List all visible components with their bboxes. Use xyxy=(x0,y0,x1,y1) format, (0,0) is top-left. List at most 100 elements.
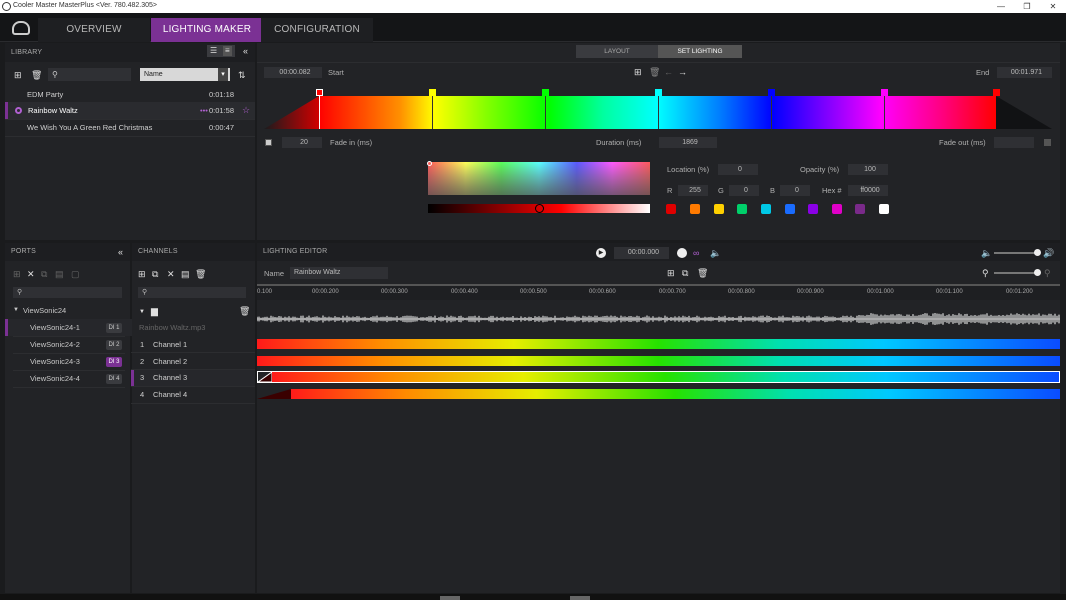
copy-icon[interactable]: ⧉ xyxy=(41,269,47,279)
color-stop-handle[interactable] xyxy=(655,89,662,96)
link-icon[interactable]: ▤ xyxy=(55,269,64,279)
start-time-field[interactable]: 00:00.082 xyxy=(264,67,322,78)
color-swatch[interactable] xyxy=(808,204,818,214)
fade-out-checkbox[interactable] xyxy=(1044,139,1051,146)
volume-slider-thumb[interactable] xyxy=(1034,249,1041,256)
device-icon[interactable] xyxy=(12,21,30,35)
b-field[interactable]: 0 xyxy=(780,185,810,196)
list-view-icon[interactable]: ☰ xyxy=(210,46,217,56)
playback-time-field[interactable]: 00:00.000 xyxy=(614,247,669,259)
channel-effect-bar[interactable] xyxy=(257,356,1060,366)
color-swatch[interactable] xyxy=(761,204,771,214)
add-keyframe-icon[interactable]: ⊞ xyxy=(667,268,675,278)
duplicate-icon[interactable]: ⧉ xyxy=(152,269,158,279)
tab-lighting-maker[interactable]: LIGHTING MAKER xyxy=(151,18,263,42)
color-swatch[interactable] xyxy=(855,204,865,214)
color-swatch[interactable] xyxy=(714,204,724,214)
color-swatch[interactable] xyxy=(879,204,889,214)
brightness-slider[interactable] xyxy=(428,204,650,213)
color-stop-handle[interactable] xyxy=(881,89,888,96)
zoom-slider-thumb[interactable] xyxy=(1034,269,1041,276)
channel-row[interactable]: 4 Channel 4 xyxy=(131,386,255,403)
volume-max-icon[interactable]: 🔊 xyxy=(1043,248,1054,258)
play-icon[interactable]: ▶ xyxy=(596,248,606,258)
library-search-input[interactable]: ⚲ xyxy=(48,68,131,81)
arrow-right-icon[interactable]: → xyxy=(678,67,687,77)
color-stop-handle[interactable] xyxy=(429,89,436,96)
collapse-ports-icon[interactable]: « xyxy=(118,247,123,257)
remove-icon[interactable]: ✕ xyxy=(27,269,35,279)
zoom-in-icon[interactable]: ⚲ xyxy=(1044,268,1051,278)
ports-search-input[interactable]: ⚲ xyxy=(13,287,122,298)
color-swatch[interactable] xyxy=(737,204,747,214)
color-swatch[interactable] xyxy=(690,204,700,214)
add-stop-icon[interactable]: ⊞ xyxy=(634,67,642,77)
fade-in-field[interactable]: 20 xyxy=(282,137,322,148)
g-field[interactable]: 0 xyxy=(729,185,759,196)
folder-icon[interactable]: ▆ xyxy=(151,306,158,316)
color-picker-canvas[interactable] xyxy=(427,161,650,195)
chat-icon[interactable]: ▢ xyxy=(71,269,80,279)
color-stop-handle[interactable] xyxy=(316,89,323,96)
chevron-down-icon[interactable]: ▼ xyxy=(13,302,19,319)
collapse-library-icon[interactable]: « xyxy=(243,46,248,56)
favorite-star-icon[interactable]: ☆ xyxy=(242,102,250,119)
sort-order-icon[interactable]: ⇅ xyxy=(238,70,246,80)
channel-row[interactable]: 1 Channel 1 xyxy=(131,336,255,353)
close-icon[interactable]: ✕ xyxy=(1040,0,1066,13)
delete-stop-icon[interactable]: 🗑 xyxy=(649,67,660,77)
delete-channel-icon[interactable]: 🗑 xyxy=(195,269,206,279)
device-row[interactable]: ViewSonic24-2 DI 2 xyxy=(5,336,135,353)
chevron-down-icon[interactable]: ▼ xyxy=(139,307,145,317)
color-swatch[interactable] xyxy=(785,204,795,214)
sort-select[interactable]: Name ▾ xyxy=(140,68,230,81)
library-item[interactable]: EDM Party 0:01:18 xyxy=(5,86,255,103)
channel-effect-bar-selected[interactable] xyxy=(257,371,1060,383)
loop-icon[interactable]: ∞ xyxy=(693,248,699,258)
opacity-field[interactable]: 100 xyxy=(848,164,888,175)
add-channel-icon[interactable]: ⊞ xyxy=(138,269,146,279)
end-time-field[interactable]: 00:01.971 xyxy=(997,67,1052,78)
picker-cursor[interactable] xyxy=(427,161,432,166)
brightness-slider-thumb[interactable] xyxy=(535,204,544,213)
channels-search-input[interactable]: ⚲ xyxy=(138,287,246,298)
audio-waveform[interactable] xyxy=(257,313,1060,325)
name-field[interactable]: Rainbow Waltz xyxy=(290,267,388,279)
zoom-slider[interactable] xyxy=(994,269,1041,276)
color-stop-handle[interactable] xyxy=(542,89,549,96)
device-row[interactable]: ViewSonic24-4 DI 4 xyxy=(5,370,135,387)
set-lighting-button[interactable]: SET LIGHTING xyxy=(658,45,742,58)
grid-icon[interactable]: ⊞ xyxy=(13,269,21,279)
channel-effect-bar[interactable] xyxy=(290,389,1060,399)
device-row[interactable]: ViewSonic24-3 DI 3 xyxy=(5,353,135,370)
tab-configuration[interactable]: CONFIGURATION xyxy=(261,18,373,42)
delete-keyframe-icon[interactable]: 🗑 xyxy=(697,268,708,278)
minimize-icon[interactable]: — xyxy=(988,0,1014,13)
library-item[interactable]: We Wish You A Green Red Christmas 0:00:4… xyxy=(5,119,255,136)
layout-button[interactable]: LAYOUT xyxy=(576,45,658,58)
more-icon[interactable]: ••• xyxy=(200,102,208,119)
color-stop-handle[interactable] xyxy=(768,89,775,96)
fade-in-checkbox[interactable] xyxy=(265,139,272,146)
hex-field[interactable]: ff0000 xyxy=(848,185,888,196)
arrow-left-icon[interactable]: ← xyxy=(664,67,673,77)
location-field[interactable]: 0 xyxy=(718,164,758,175)
volume-icon[interactable]: 🔈 xyxy=(981,248,992,258)
delete-icon[interactable]: 🗑 xyxy=(31,70,42,80)
channel-row-selected[interactable]: 3 Channel 3 xyxy=(131,369,255,386)
library-item-selected[interactable]: Rainbow Waltz ••• 0:01:58 ☆ xyxy=(5,102,255,119)
gradient-timeline[interactable] xyxy=(264,89,1052,129)
duration-field[interactable]: 1869 xyxy=(659,137,717,148)
color-swatch[interactable] xyxy=(832,204,842,214)
delete-audio-icon[interactable]: 🗑 xyxy=(239,306,250,316)
fade-out-field[interactable] xyxy=(994,137,1034,148)
device-row[interactable]: ViewSonic24-1 DI 1 xyxy=(5,319,135,336)
channel-row[interactable]: 2 Channel 2 xyxy=(131,353,255,370)
port-group[interactable]: ▼ ViewSonic24 xyxy=(5,302,135,319)
r-field[interactable]: 255 xyxy=(678,185,708,196)
stop-icon[interactable] xyxy=(677,248,687,258)
detail-view-icon[interactable]: ≡ xyxy=(223,46,232,56)
zoom-icon[interactable]: ⚲ xyxy=(982,268,989,278)
add-icon[interactable]: ⊞ xyxy=(14,70,22,80)
tab-overview[interactable]: OVERVIEW xyxy=(38,18,150,42)
